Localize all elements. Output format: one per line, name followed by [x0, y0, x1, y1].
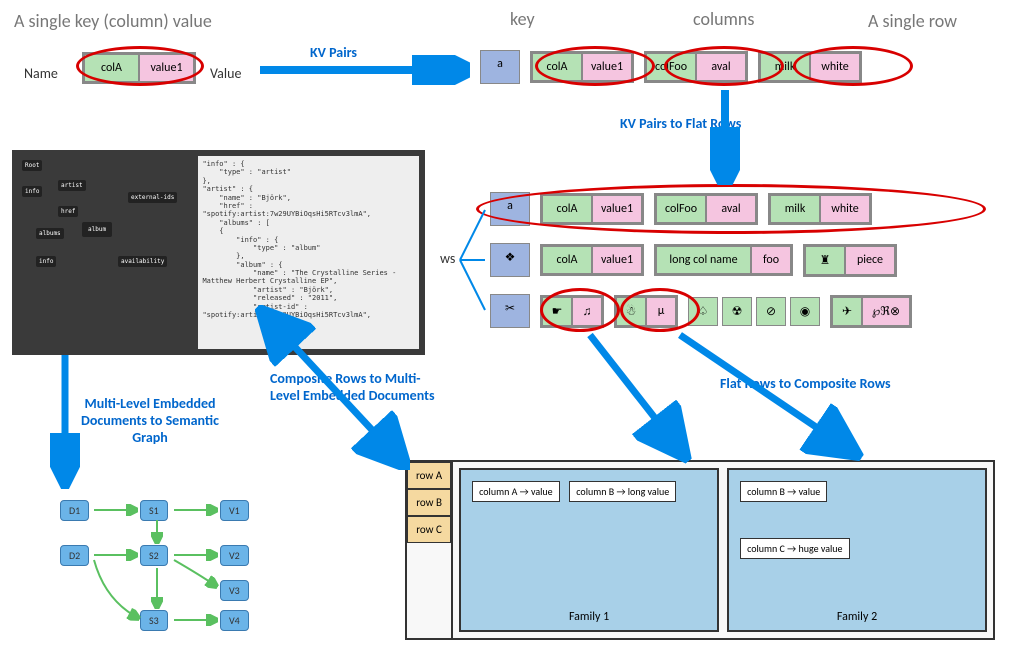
fr3-key: ✂ [490, 294, 530, 328]
title-cols: columns [693, 8, 754, 30]
c-colFoo: colFoo [646, 53, 696, 81]
flat-row-2: ❖ colA value1 long col name foo ♜ piece [490, 243, 897, 277]
fr1v1: value1 [592, 195, 642, 223]
n-album: album [82, 222, 112, 237]
c-milk: milk [760, 53, 810, 81]
rowB: row B [407, 489, 451, 516]
fr1c3: milk [770, 195, 820, 223]
arrow-kv [260, 55, 470, 85]
fr3i8: ◉ [790, 297, 820, 326]
title-row: A single row [868, 10, 957, 32]
n-artist: artist [58, 180, 86, 191]
fr3i6: ☢ [722, 297, 752, 326]
row-labels: row A row B row C [407, 462, 453, 638]
fr3i10: ℘ℜ⊗ [862, 297, 910, 326]
fr2c1: colA [542, 246, 592, 274]
fr1c1: colA [542, 195, 592, 223]
cell-colA: colA [84, 54, 139, 82]
f1name: Family 1 [461, 610, 717, 624]
flow-multi-graph: Multi-Level Embedded Documents to Semant… [70, 395, 230, 446]
n-root: Root [22, 160, 42, 171]
fr2v1: value1 [592, 246, 642, 274]
fr3i3: ☃ [616, 297, 646, 326]
n-albums: albums [36, 228, 64, 239]
n-extids: external-ids [128, 192, 177, 203]
c-colA: colA [532, 53, 582, 81]
rowC: row C [407, 516, 451, 543]
n-avail: availability [118, 256, 167, 267]
fr3i9: ✈ [832, 297, 862, 326]
f1c1: column A → value [472, 481, 560, 502]
tree-panel: Root info artist href albums album exter… [18, 156, 198, 349]
cell-value1: value1 [139, 54, 194, 82]
ws-label: ws [440, 250, 455, 267]
key-a: a [480, 50, 520, 84]
fr2c2: long col name [656, 246, 751, 274]
title-key: key [510, 8, 535, 30]
fr2-key: ❖ [490, 243, 530, 277]
fr3i2: ♫ [572, 297, 602, 326]
n-href: href [58, 206, 78, 217]
semantic-graph: D1 S1 V1 D2 S2 V2 V3 S3 V4 [50, 490, 310, 640]
arrow-ws [455, 195, 495, 325]
f2c2: column C → huge value [740, 538, 849, 559]
fr3i7: ⊘ [756, 297, 786, 326]
n-info2: info [36, 256, 56, 267]
fr3i4: μ [646, 297, 676, 326]
composite-rows: row A row B row C column A → value colum… [405, 460, 995, 640]
value-label: Value [210, 65, 241, 82]
graph-edges [50, 490, 310, 640]
arrow-multi-graph [50, 355, 80, 490]
arrow-comp-multi [255, 305, 410, 470]
single-row: a colA value1 colFoo aval milk white [480, 50, 862, 84]
rowA: row A [407, 462, 451, 489]
flat-row-1: a colA value1 colFoo aval milk white [490, 192, 872, 226]
arrow-flat-comp2 [670, 330, 870, 465]
fr1v2: aval [706, 195, 756, 223]
c-white: white [810, 53, 860, 81]
fr2v2: foo [751, 246, 791, 274]
family1: column A → value column B → long value F… [459, 468, 719, 632]
kv-pair: colA value1 [82, 52, 196, 84]
c-aval: aval [696, 53, 746, 81]
fr2c3: ♜ [805, 246, 845, 275]
name-label: Name [24, 65, 58, 82]
fr1-key: a [490, 192, 530, 226]
code-text: "info" : { "type" : "artist" }, "artist"… [202, 160, 415, 319]
f1c2: column B → long value [569, 481, 676, 502]
n-info: info [22, 186, 42, 197]
arrow-kv-flat [710, 90, 740, 185]
f2name: Family 2 [729, 610, 985, 624]
fr2v3: piece [845, 246, 895, 275]
flat-row-3: ✂ ☛ ♫ ☃ μ ♤ ☢ ⊘ ◉ ✈ ℘ℜ⊗ [490, 294, 912, 328]
fr1v3: white [820, 195, 870, 223]
fr3i1: ☛ [542, 297, 572, 326]
f2c1: column B → value [740, 481, 827, 502]
fr3i5: ♤ [688, 297, 718, 326]
family2: column B → value column C → huge value F… [727, 468, 987, 632]
fr1c2: colFoo [656, 195, 706, 223]
title-kv: A single key (column) value [14, 10, 212, 32]
c-value1: value1 [582, 53, 632, 81]
